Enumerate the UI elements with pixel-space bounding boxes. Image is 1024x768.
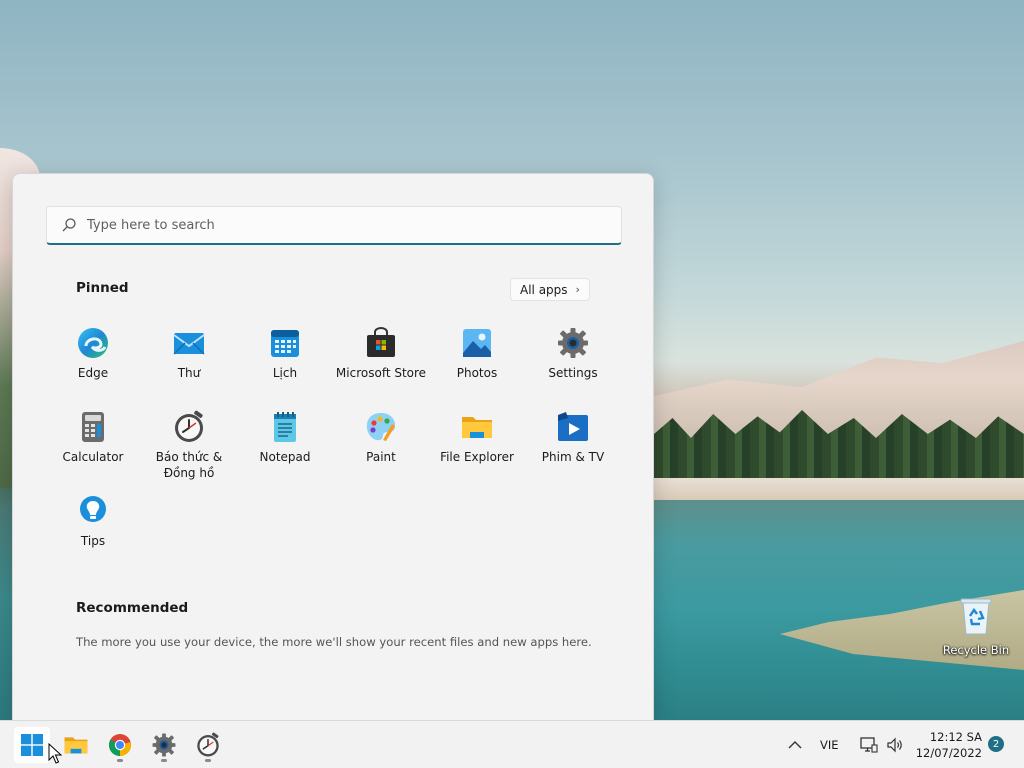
paint-icon (366, 413, 396, 441)
network-icon (860, 737, 878, 753)
pinned-app-label: Photos (456, 366, 498, 380)
recycle-bin-label: Recycle Bin (942, 643, 1010, 657)
edge-icon (78, 328, 108, 358)
pinned-app-label: Microsoft Store (335, 366, 427, 380)
all-apps-button[interactable]: All apps › (510, 278, 590, 301)
clock-date: 12/07/2022 (915, 746, 982, 760)
pinned-app-label: Calculator (62, 450, 124, 464)
taskbar-chrome[interactable] (102, 727, 138, 763)
pinned-app-mail[interactable]: Thư (141, 326, 237, 381)
calendar-icon (271, 330, 299, 357)
folder-icon (462, 417, 492, 438)
pinned-app-paint[interactable]: Paint (333, 410, 429, 465)
pinned-app-label: Lịch (272, 366, 298, 380)
pinned-app-label: Edge (77, 366, 109, 380)
taskbar: VIE 12:12 SA 12/07/2022 (0, 720, 1024, 768)
running-indicator (161, 759, 167, 762)
notepad-icon (274, 412, 296, 442)
pinned-app-label: Paint (366, 450, 396, 464)
wallpaper-shore (654, 478, 1024, 500)
pinned-app-microsoft-store[interactable]: Microsoft Store (333, 326, 429, 381)
recommended-heading: Recommended (76, 600, 189, 616)
quick-settings-button[interactable] (858, 721, 904, 768)
alarm-clock-icon (175, 410, 203, 442)
recycle-bin-icon (960, 598, 992, 635)
windows-start-icon (21, 734, 43, 756)
store-icon (367, 327, 395, 357)
pinned-app-calendar[interactable]: Lịch (237, 326, 333, 381)
pinned-app-label: Thư (177, 366, 201, 380)
pinned-app-label: Notepad (259, 450, 311, 464)
chrome-icon (108, 734, 131, 757)
clock[interactable]: 12:12 SA 12/07/2022 (914, 729, 982, 761)
settings-icon (152, 733, 176, 757)
recycle-bin-shortcut[interactable]: Recycle Bin (940, 594, 1012, 657)
start-search-box[interactable] (46, 206, 622, 245)
settings-icon (558, 328, 588, 358)
notification-badge[interactable]: 2 (988, 736, 1004, 752)
chevron-up-icon (788, 741, 802, 749)
clock-time: 12:12 SA (929, 730, 982, 744)
pinned-app-label: Tips (80, 534, 106, 548)
mail-icon (173, 333, 205, 355)
language-label: VIE (820, 738, 839, 752)
search-icon (62, 218, 76, 232)
alarm-clock-icon (197, 732, 219, 757)
running-indicator (205, 759, 211, 762)
chevron-right-icon: › (575, 283, 580, 296)
taskbar-alarms-clock[interactable] (190, 727, 226, 763)
pinned-app-file-explorer[interactable]: File Explorer (429, 410, 525, 465)
pinned-app-movies-tv[interactable]: Phim & TV (525, 410, 621, 465)
pinned-app-label: Settings (548, 366, 598, 380)
mouse-cursor-icon (48, 743, 62, 764)
all-apps-label: All apps (520, 282, 568, 297)
pinned-app-edge[interactable]: Edge (45, 326, 141, 381)
pinned-app-photos[interactable]: Photos (429, 326, 525, 381)
start-menu: Pinned All apps › Edge Thư L (12, 173, 654, 720)
pinned-app-label: Báo thức & (155, 450, 223, 464)
show-hidden-icons-button[interactable] (788, 721, 802, 768)
search-input[interactable] (87, 217, 621, 233)
pinned-heading: Pinned (76, 280, 129, 296)
pinned-app-label: Phim & TV (541, 450, 605, 464)
running-indicator (117, 759, 123, 762)
calculator-icon (82, 412, 104, 442)
pinned-app-tips[interactable]: Tips (45, 494, 141, 549)
pinned-app-notepad[interactable]: Notepad (237, 410, 333, 465)
taskbar-start-button[interactable] (14, 727, 50, 763)
tips-icon (80, 496, 106, 522)
pinned-app-calculator[interactable]: Calculator (45, 410, 141, 465)
pinned-app-label-line2: Đồng hồ (163, 466, 215, 480)
movies-tv-icon (558, 412, 588, 441)
language-indicator[interactable]: VIE (820, 721, 839, 768)
volume-icon (887, 737, 902, 753)
recommended-placeholder-text: The more you use your device, the more w… (76, 635, 592, 649)
pinned-app-label: File Explorer (440, 450, 514, 464)
pinned-app-settings[interactable]: Settings (525, 326, 621, 381)
pinned-app-alarms-clock[interactable]: Báo thức & Đồng hồ (141, 410, 237, 481)
folder-icon (64, 737, 88, 754)
taskbar-file-explorer[interactable] (58, 727, 94, 763)
taskbar-settings[interactable] (146, 727, 182, 763)
photos-icon (463, 329, 491, 357)
